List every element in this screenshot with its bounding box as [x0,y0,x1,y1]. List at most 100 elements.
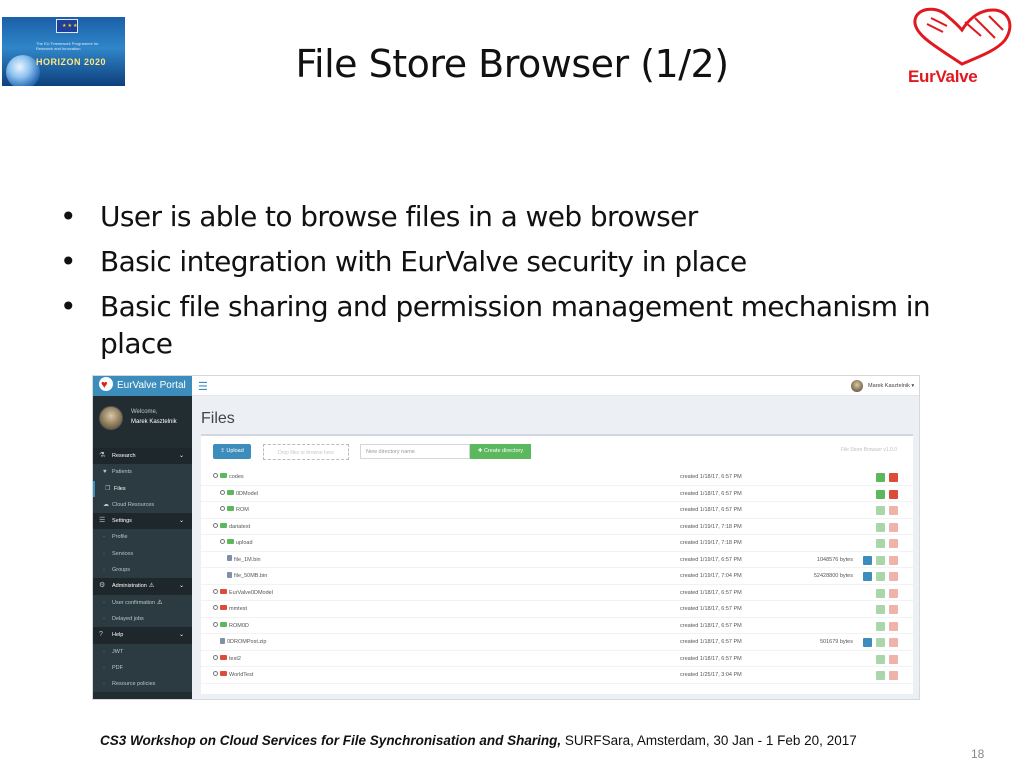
file-entry[interactable]: ROM [220,502,249,519]
table-row[interactable]: 0DModel created 1/18/17, 6:57 PM [201,486,913,503]
sidebar-item-services[interactable]: · Services [93,545,192,563]
delete-icon[interactable] [889,539,898,548]
sidebar-item-settings[interactable]: ☰ Settings ⌄ [93,513,192,530]
file-entry[interactable]: file_50MB.bin [227,568,267,585]
table-row[interactable]: EurValve0DModel created 1/18/17, 6:57 PM [201,585,913,602]
share-permissions-icon[interactable] [876,588,885,598]
file-name[interactable]: ROM0D [229,623,249,629]
table-row[interactable]: file_50MB.bin created 1/19/17, 7:04 PM 524… [201,568,913,585]
sidebar-item-help[interactable]: ? Help ⌄ [93,627,192,644]
table-row[interactable]: upload created 1/19/17, 7:18 PM [201,535,913,552]
sidebar-item-user-confirmation[interactable]: · User confirmation ⚠ [93,594,192,611]
avatar[interactable] [851,380,863,392]
share-permissions-icon[interactable] [876,473,885,482]
delete-icon[interactable] [889,522,898,532]
expand-toggle-icon[interactable] [213,605,218,611]
delete-icon[interactable] [889,605,898,614]
expand-toggle-icon[interactable] [213,522,218,528]
table-row[interactable]: file_1M.bin created 1/19/17, 6:57 PM 10485… [201,552,913,569]
file-entry[interactable]: mmtest [213,601,247,618]
file-entry[interactable]: test2 [213,651,241,668]
expand-toggle-icon[interactable] [213,588,218,594]
file-entry[interactable]: ROM0D [213,618,249,635]
file-name[interactable]: file_50MB.bin [234,573,267,579]
file-entry[interactable]: dariatest [213,519,250,536]
expand-toggle-icon[interactable] [213,671,218,677]
upload-button[interactable]: ⇪ Upload [213,444,251,459]
drop-zone[interactable]: Drop files or browse here [263,444,349,460]
delete-icon[interactable] [889,506,898,515]
sidebar-item-pdf[interactable]: · PDF [93,659,192,677]
download-icon[interactable] [863,572,872,581]
download-icon[interactable] [863,555,872,565]
expand-toggle-icon[interactable] [213,473,218,479]
file-name[interactable]: codes [229,474,244,480]
sidebar-item-delayed-jobs[interactable]: · Delayed jobs [93,610,192,628]
sidebar-item-groups[interactable]: · Groups [93,562,192,579]
file-name[interactable]: 0DROMPost.zip [227,639,266,645]
hamburger-menu-icon[interactable]: ☰ [198,380,208,393]
share-permissions-icon[interactable] [876,555,885,565]
file-entry[interactable]: WorldTest [213,667,253,684]
delete-icon[interactable] [889,588,898,598]
share-permissions-icon[interactable] [876,605,885,614]
sidebar-item-resource-policies[interactable]: · Resource policies [93,676,192,693]
share-permissions-icon[interactable] [876,621,885,631]
expand-toggle-icon[interactable] [213,621,218,627]
directory-name-input[interactable]: New directory name [360,444,470,459]
file-entry[interactable]: codes [213,469,244,486]
sidebar-item-files[interactable]: ❐ Files [93,480,192,497]
file-name[interactable]: ROM [236,507,249,513]
table-row[interactable]: ROM0D created 1/18/17, 6:57 PM [201,618,913,635]
table-row[interactable]: mmtest created 1/18/17, 6:57 PM [201,601,913,618]
download-icon[interactable] [863,638,872,647]
portal-brand[interactable]: EurValve Portal [93,376,192,396]
sidebar-item-research[interactable]: ⚗ Research ⌄ [93,448,192,465]
delete-icon[interactable] [889,473,898,482]
sidebar-item-jwt[interactable]: · JWT [93,643,192,660]
delete-icon[interactable] [889,572,898,581]
expand-toggle-icon[interactable] [220,489,225,495]
file-name[interactable]: file_1M.bin [234,557,261,563]
share-permissions-icon[interactable] [876,506,885,515]
delete-icon[interactable] [889,671,898,680]
share-permissions-icon[interactable] [876,654,885,664]
file-entry[interactable]: EurValve0DModel [213,585,273,602]
table-row[interactable]: dariatest created 1/19/17, 7:18 PM [201,519,913,536]
expand-toggle-icon[interactable] [220,539,225,545]
table-row[interactable]: ROM created 1/18/17, 6:57 PM [201,502,913,519]
sidebar-item-cloud-resources[interactable]: ☁ Cloud Resources [93,496,192,514]
share-permissions-icon[interactable] [876,638,885,647]
file-name[interactable]: upload [236,540,253,546]
expand-toggle-icon[interactable] [220,506,225,512]
sidebar-item-administration[interactable]: ⚙ Administration ⚠ ⌄ [93,578,192,595]
file-entry[interactable]: file_1M.bin [227,552,261,569]
file-name[interactable]: mmtest [229,606,247,612]
delete-icon[interactable] [889,555,898,565]
expand-toggle-icon[interactable] [213,654,218,660]
file-name[interactable]: test2 [229,656,241,662]
delete-icon[interactable] [889,654,898,664]
file-name[interactable]: dariatest [229,524,250,530]
table-row[interactable]: codes created 1/18/17, 6:57 PM [201,469,913,486]
sidebar-item-profile[interactable]: · Profile [93,529,192,546]
delete-icon[interactable] [889,489,898,499]
sidebar-item-patients[interactable]: ♥ Patients [93,464,192,481]
delete-icon[interactable] [889,638,898,647]
share-permissions-icon[interactable] [876,671,885,680]
file-name[interactable]: 0DModel [236,491,258,497]
table-row[interactable]: WorldTest created 1/25/17, 3:04 PM [201,667,913,684]
file-name[interactable]: EurValve0DModel [229,590,273,596]
share-permissions-icon[interactable] [876,522,885,532]
file-name[interactable]: WorldTest [229,672,253,678]
create-directory-button[interactable]: ✚ Create directory [470,444,531,459]
table-row[interactable]: test2 created 1/18/17, 6:57 PM [201,651,913,668]
share-permissions-icon[interactable] [876,539,885,548]
file-entry[interactable]: 0DModel [220,486,258,503]
file-entry[interactable]: 0DROMPost.zip [220,634,266,651]
share-permissions-icon[interactable] [876,572,885,581]
table-row[interactable]: 0DROMPost.zip created 1/18/17, 6:57 PM 501… [201,634,913,651]
delete-icon[interactable] [889,621,898,631]
share-permissions-icon[interactable] [876,489,885,499]
user-menu[interactable]: Marek Kasztelnik ▾ [868,383,914,389]
